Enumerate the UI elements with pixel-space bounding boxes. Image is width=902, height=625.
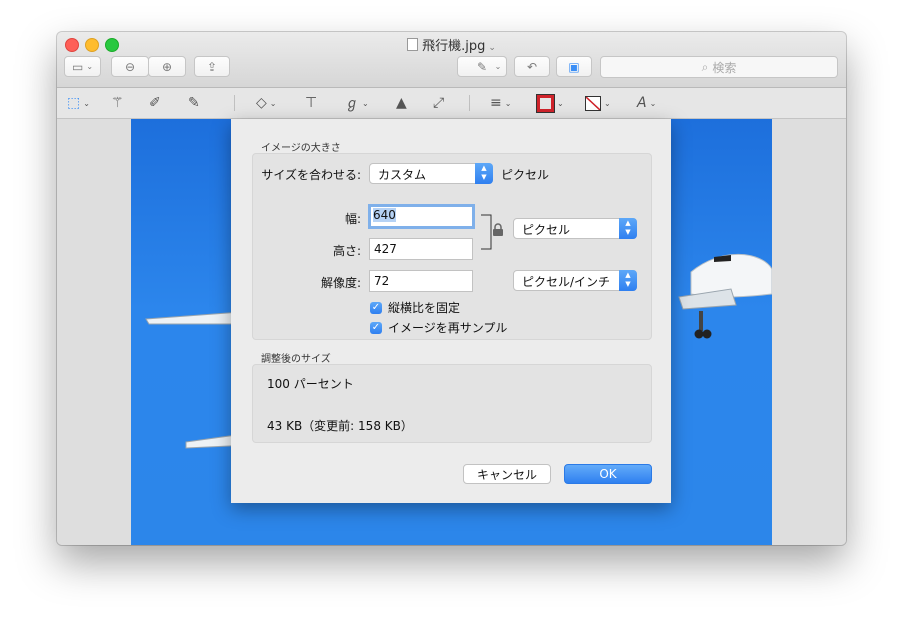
cancel-button[interactable]: キャンセル: [463, 464, 551, 484]
filesize-text: 43 KB（変更前: 158 KB）: [267, 419, 413, 433]
markup-menu-button[interactable]: ⌄: [490, 56, 507, 77]
markup-toolbar: ⬚ ⌄ ⚚ ✐ ✎ ◇ ⌄ ⊤ ℊ ⌄ ▲ ⤢ ≡ ⌄ ⌄ ⌄ A ⌄: [57, 88, 846, 119]
share-icon: ⇪: [206, 59, 218, 74]
fit-into-label: サイズを合わせる:: [261, 168, 361, 182]
fill-color-icon: [585, 95, 601, 111]
adjust-color-tool[interactable]: ▲: [396, 93, 407, 113]
share-button[interactable]: ⇪: [194, 56, 230, 77]
chevron-down-icon: ⌄: [494, 62, 502, 71]
section-resulting-size-label: 調整後のサイズ: [261, 354, 331, 365]
chevron-down-icon: ⌄: [362, 98, 369, 108]
markup-pen-icon: ✎: [476, 59, 488, 74]
search-icon: ⌕: [701, 59, 709, 74]
chevron-down-icon: ⌄: [269, 98, 277, 108]
adjust-color-icon: ▲: [396, 95, 407, 111]
rotate-icon: ↶: [526, 59, 538, 74]
document-icon: [407, 38, 419, 51]
zoom-in-button[interactable]: ⊕: [148, 56, 186, 77]
zoom-out-icon: ⊖: [124, 59, 136, 74]
scale-proportionally-checkbox[interactable]: ✓ 縦横比を固定: [370, 299, 460, 316]
text-style-icon: A: [637, 95, 647, 111]
chevron-down-icon: ⌄: [557, 98, 564, 108]
sketch-tool[interactable]: ✐: [149, 93, 161, 113]
sign-icon: ℊ: [345, 96, 359, 112]
instant-alpha-tool[interactable]: ⚚: [111, 93, 124, 113]
image-size-sheet: イメージの大きさ サイズを合わせる: カスタム ▲ ▼ ピクセル 幅: 640 高…: [231, 119, 671, 503]
search-field[interactable]: ⌕ 検索: [600, 56, 838, 78]
shapes-tool[interactable]: ◇ ⌄: [256, 93, 276, 113]
section-image-size-label: イメージの大きさ: [261, 143, 341, 154]
zoom-out-button[interactable]: ⊖: [111, 56, 149, 77]
checkmark-icon: ✓: [370, 301, 382, 314]
chevron-down-icon: ⌄: [649, 98, 657, 108]
checkmark-icon: ✓: [370, 321, 382, 334]
border-color-icon: [536, 93, 555, 113]
resolution-unit-popup[interactable]: ピクセル/インチ ▲ ▼: [513, 270, 637, 291]
percent-text: 100 パーセント: [267, 377, 354, 391]
toolbox-button[interactable]: ▣: [556, 56, 592, 77]
separator: [234, 95, 235, 111]
adjust-size-tool[interactable]: ⤢: [433, 93, 444, 113]
zoom-in-icon: ⊕: [161, 59, 173, 74]
fit-unit-label: ピクセル: [501, 168, 550, 182]
title-bar: 飛行機.jpg ⌄ ▭ ⌄ ⊖ ⊕ ⇪ ✎ ⌄ ↶ ▣ ⌕ 検索: [57, 32, 846, 88]
draw-tool[interactable]: ✎: [188, 93, 200, 113]
chevron-down-icon: ⌄: [83, 98, 90, 108]
lock-icon[interactable]: [492, 223, 504, 237]
popup-arrows-icon: ▲ ▼: [619, 218, 637, 239]
adjust-size-icon: ⤢: [433, 95, 445, 111]
fit-into-popup[interactable]: カスタム ▲ ▼: [369, 163, 493, 184]
text-tool[interactable]: ⊤: [305, 93, 317, 113]
magic-wand-icon: ⚚: [111, 95, 124, 111]
selection-tool[interactable]: ⬚ ⌄: [67, 93, 90, 113]
height-field[interactable]: 427: [369, 238, 473, 260]
popup-arrows-icon: ▲ ▼: [619, 270, 637, 291]
resolution-label: 解像度:: [320, 276, 361, 290]
height-label: 高さ:: [332, 244, 361, 258]
chevron-down-icon: ⌄: [86, 62, 94, 71]
border-color-tool[interactable]: ⌄: [536, 93, 564, 113]
chevron-down-icon: ⌄: [504, 98, 512, 108]
shapes-icon: ◇: [256, 95, 267, 111]
chevron-down-icon: ⌄: [604, 98, 611, 108]
draw-icon: ✎: [188, 95, 200, 111]
window-title[interactable]: 飛行機.jpg ⌄: [57, 35, 846, 54]
popup-arrows-icon: ▲ ▼: [475, 163, 493, 184]
separator: [469, 95, 470, 111]
sketch-icon: ✐: [149, 95, 161, 111]
fill-color-tool[interactable]: ⌄: [585, 93, 611, 113]
sign-tool[interactable]: ℊ ⌄: [345, 93, 369, 113]
sidebar-icon: ▭: [71, 59, 84, 74]
sidebar-button[interactable]: ▭ ⌄: [64, 56, 101, 77]
text-icon: ⊤: [305, 95, 318, 111]
width-field[interactable]: 640: [368, 204, 475, 229]
size-unit-popup[interactable]: ピクセル ▲ ▼: [513, 218, 637, 239]
chevron-down-icon: ⌄: [488, 43, 496, 53]
toolbox-icon: ▣: [568, 59, 580, 74]
line-style-tool[interactable]: ≡ ⌄: [490, 93, 511, 113]
rotate-button[interactable]: ↶: [514, 56, 550, 77]
ok-button[interactable]: OK: [564, 464, 652, 484]
text-style-tool[interactable]: A ⌄: [637, 93, 656, 113]
resolution-field[interactable]: 72: [369, 270, 473, 292]
line-style-icon: ≡: [490, 95, 502, 111]
resample-checkbox[interactable]: ✓ イメージを再サンプル: [370, 319, 507, 336]
rect-select-icon: ⬚: [67, 95, 81, 111]
width-label: 幅:: [344, 212, 361, 226]
